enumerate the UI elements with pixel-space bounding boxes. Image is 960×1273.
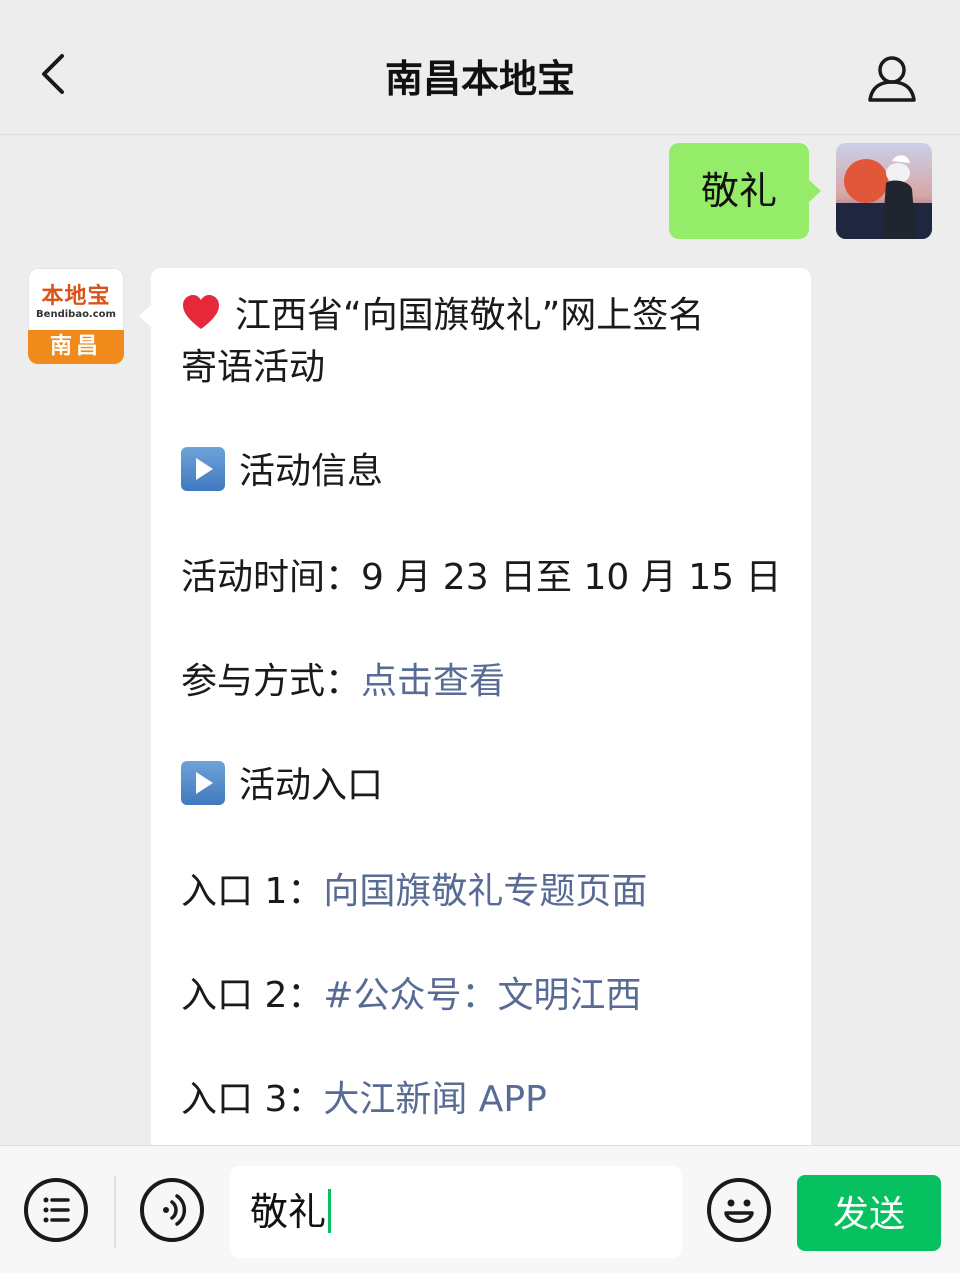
entry-link[interactable]: 向国旗敬礼专题页面	[323, 871, 647, 912]
method-line: 参与方式：点击查看	[181, 656, 505, 708]
entry-link[interactable]: 大江新闻 APP	[323, 1079, 547, 1120]
voice-icon	[163, 1194, 187, 1226]
send-button[interactable]: 发送	[797, 1175, 941, 1251]
play-button-icon	[181, 447, 225, 491]
entry-2: 入口 2：#公众号：文明江西	[181, 970, 642, 1022]
list-icon	[43, 1197, 70, 1223]
chat-title: 南昌本地宝	[384, 57, 575, 101]
entry-3: 入口 3：大江新闻 APP	[181, 1074, 547, 1126]
entry-link[interactable]: #公众号：文明江西	[323, 975, 641, 1016]
message-input[interactable]: 敬礼	[230, 1166, 682, 1258]
play-button-icon	[181, 761, 225, 805]
chat-header: 南昌本地宝	[0, 0, 960, 135]
method-label: 参与方式：	[181, 661, 362, 702]
user-avatar[interactable]	[836, 143, 932, 239]
logo-url: Bendibao.com	[36, 309, 116, 320]
entry-label: 入口 3：	[181, 1079, 324, 1120]
entry-1: 入口 1：向国旗敬礼专题页面	[181, 866, 647, 918]
heart-icon	[183, 295, 219, 329]
text-cursor	[328, 1189, 332, 1233]
entry-label: 入口 2：	[181, 975, 324, 1016]
logo-city: 南昌	[28, 330, 124, 364]
heading-line: 江西省“向国旗敬礼”网上签名	[181, 290, 704, 342]
heading-cont: 寄语活动	[181, 347, 326, 388]
sent-message-bubble[interactable]: 敬礼	[669, 143, 821, 239]
method-link[interactable]: 点击查看	[361, 661, 505, 702]
input-bar: 敬礼 发送	[0, 1145, 960, 1273]
logo-text: 本地宝	[41, 283, 111, 309]
section-entry-label: 活动入口	[239, 765, 384, 806]
time-value: 9 月 23 日至 10 月 15 日	[361, 557, 782, 598]
time-line: 活动时间：9 月 23 日至 10 月 15 日	[181, 552, 781, 604]
section-info: 活动信息	[181, 446, 383, 498]
entry-label: 入口 1：	[181, 871, 324, 912]
section-info-label: 活动信息	[239, 451, 384, 492]
divider	[114, 1176, 116, 1248]
section-entry: 活动入口	[181, 760, 383, 812]
bot-avatar[interactable]: 本地宝 Bendibao.com 南昌	[28, 268, 124, 364]
profile-icon[interactable]	[864, 50, 920, 106]
received-message-bubble: 江西省“向国旗敬礼”网上签名 寄语活动 活动信息 活动时间：9 月 23 日至 …	[139, 268, 811, 1168]
smiley-icon	[724, 1199, 754, 1223]
voice-button[interactable]	[140, 1178, 204, 1242]
user-avatar-image	[836, 143, 932, 239]
emoji-button[interactable]	[707, 1178, 771, 1242]
message-input-text: 敬礼	[250, 1188, 332, 1236]
heading-text: 江西省“向国旗敬礼”网上签名	[235, 295, 705, 336]
message-input-value: 敬礼	[250, 1190, 327, 1234]
menu-button[interactable]	[24, 1178, 88, 1242]
time-label: 活动时间：	[181, 557, 362, 598]
